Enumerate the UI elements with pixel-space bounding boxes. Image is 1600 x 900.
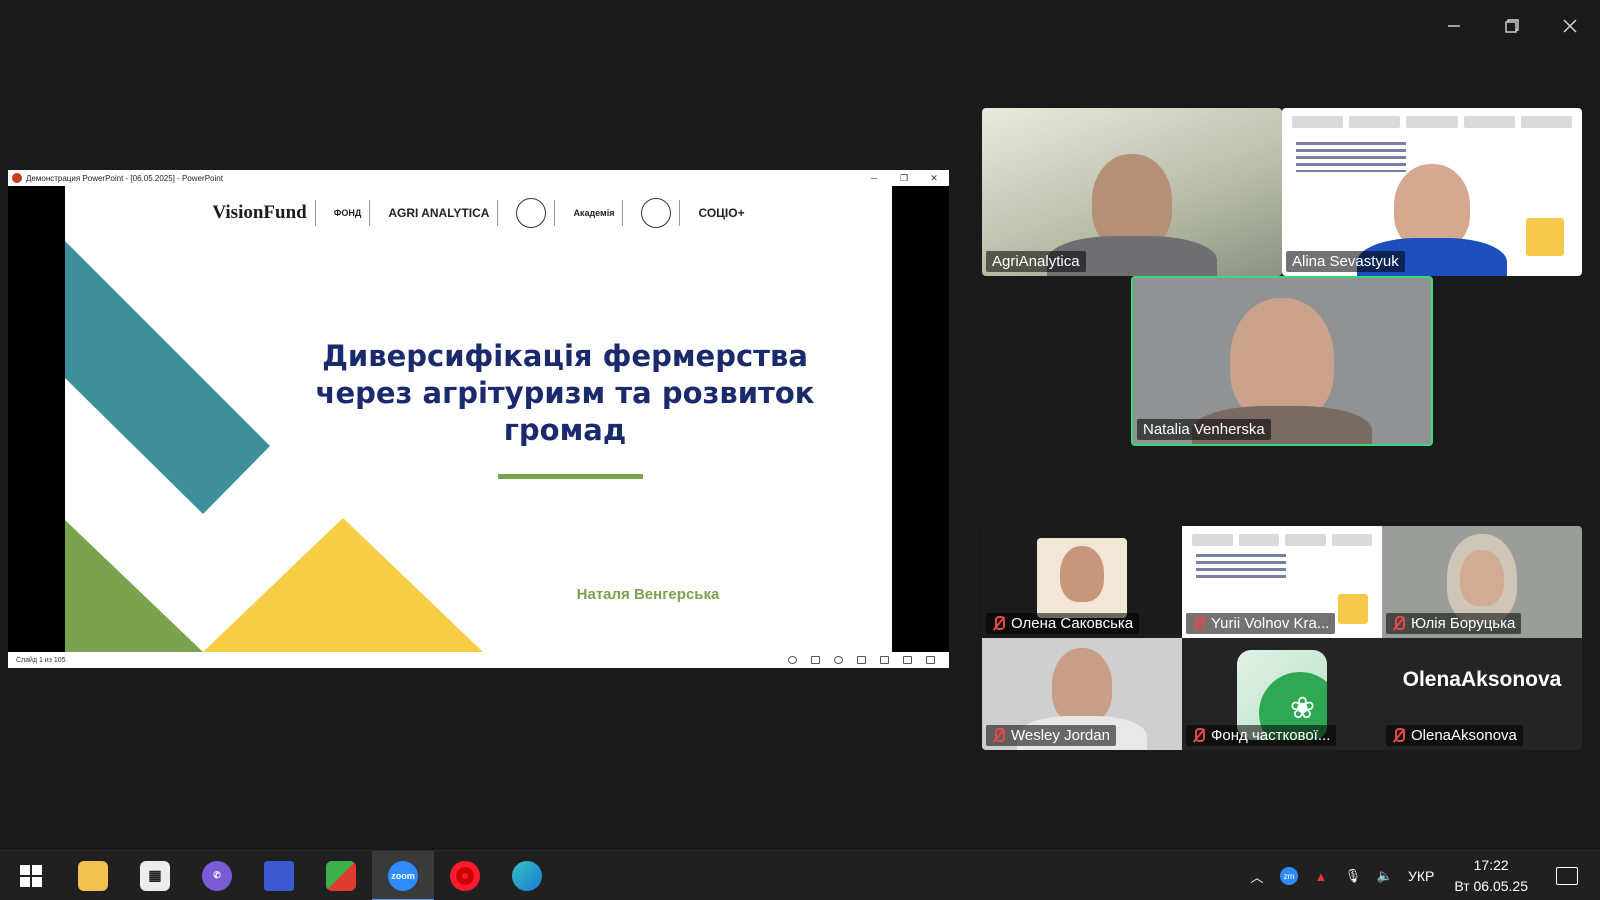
slideshow-icon[interactable] — [926, 656, 935, 664]
clock-time: 17:22 — [1473, 857, 1509, 873]
logo-akademia: Академія — [565, 200, 624, 226]
participant-name: Фонд часткової... — [1186, 725, 1337, 746]
volume-icon[interactable]: 🔈 — [1376, 867, 1394, 885]
logo-seal — [633, 198, 681, 228]
opera-icon — [450, 860, 480, 891]
teal-diagonal-shape — [65, 241, 270, 514]
ppt-window-title: Демонстрация PowerPoint - [06.05.2025] -… — [26, 173, 223, 183]
mic-muted-icon — [1192, 728, 1205, 743]
mic-muted-icon — [1192, 616, 1205, 631]
mic-muted-icon — [1392, 616, 1405, 631]
taskbar-file-explorer[interactable] — [62, 851, 124, 900]
restore-icon — [1505, 19, 1519, 33]
green-triangle-shape — [65, 520, 203, 652]
mic-muted-icon — [992, 616, 1005, 631]
taskbar-zoom[interactable]: zoom — [372, 850, 434, 900]
folder-icon — [78, 860, 108, 891]
participant-face — [1052, 648, 1112, 724]
taskbar-calculator[interactable]: ▦ — [124, 851, 186, 900]
logo-agri-analytica: AGRI ANALYTICA — [380, 200, 499, 226]
taskbar-edge[interactable] — [496, 851, 558, 900]
normal-view-icon[interactable] — [857, 656, 866, 664]
participant-name: OlenaAksonova — [1386, 725, 1523, 746]
emblem-icon — [516, 198, 547, 228]
leaf-icon: ❀ — [1289, 692, 1315, 725]
participant-tile-olena-aksonova[interactable]: OlenaAksonova OlenaAksonova — [1382, 638, 1582, 750]
participant-name: Natalia Venherska — [1137, 419, 1271, 440]
app-tray-icon[interactable]: ▲ — [1312, 867, 1330, 885]
calculator-icon: ▦ — [140, 860, 170, 891]
taskbar-app[interactable] — [310, 851, 372, 900]
mic-muted-icon — [992, 728, 1005, 743]
ppt-minimize-icon[interactable]: ─ — [859, 173, 889, 183]
viber-icon: ✆ — [202, 860, 232, 891]
shared-screen[interactable]: Демонстрация PowerPoint - [06.05.2025] -… — [8, 170, 949, 668]
app-icon — [326, 860, 356, 891]
ppt-titlebar: Демонстрация PowerPoint - [06.05.2025] -… — [8, 170, 949, 186]
mic-muted-icon — [1392, 728, 1405, 743]
logo-fond: ФОНД — [326, 200, 371, 226]
participant-video — [1230, 298, 1334, 422]
participant-name: Alina Sevastyuk — [1286, 251, 1405, 272]
zoom-icon: zoom — [388, 860, 418, 891]
participant-name: Yurii Volnov Kra... — [1186, 613, 1336, 634]
powerpoint-icon — [12, 173, 22, 183]
participant-name: AgriAnalytica — [986, 251, 1086, 272]
participant-tile-olena-sakovska[interactable]: Олена Саковська — [982, 526, 1182, 638]
yellow-triangle-shape — [203, 518, 483, 652]
participant-tile-fond[interactable]: ❀ Фонд часткової... — [1182, 638, 1382, 750]
logo-visionfund: VisionFund — [204, 200, 316, 226]
ppt-close-icon[interactable]: ✕ — [919, 173, 949, 184]
window-controls — [1438, 10, 1586, 42]
close-button[interactable] — [1554, 10, 1586, 42]
notes-icon[interactable] — [811, 656, 820, 664]
slide-number: Слайд 1 из 105 — [16, 656, 66, 664]
participant-tile-yurii[interactable]: Yurii Volnov Kra... — [1182, 526, 1382, 638]
notifications-icon[interactable] — [1556, 867, 1578, 885]
close-icon — [1563, 19, 1577, 33]
title-underline — [498, 474, 643, 479]
logo-socio: СОЦІО+ — [698, 206, 745, 220]
floppy-disk-icon — [264, 860, 294, 891]
slide-author: Наталя Венгерська — [576, 586, 720, 603]
participant-tile-wesley[interactable]: Wesley Jordan — [982, 638, 1182, 750]
minimize-icon — [1448, 25, 1460, 27]
input-language[interactable]: УКР — [1408, 868, 1434, 884]
prev-slide-icon[interactable] — [788, 656, 797, 664]
system-tray: ︿ zm ▲ 🎙 🔈 УКР 17:22 Вт 06.05.25 — [1248, 851, 1600, 900]
edge-icon — [512, 860, 542, 891]
participant-tile-alina[interactable]: Alina Sevastyuk — [1282, 108, 1582, 276]
minimize-button[interactable] — [1438, 10, 1470, 42]
slide-title: Диверсифікація фермерства через агрітури… — [315, 339, 815, 447]
participant-name: Wesley Jordan — [986, 725, 1116, 746]
participant-name: Юлія Боруцька — [1386, 613, 1522, 634]
start-button[interactable] — [0, 851, 62, 900]
participant-tile-yulia[interactable]: Юлія Боруцька — [1382, 526, 1582, 638]
participant-face — [1460, 550, 1504, 606]
taskbar: ▦ ✆ zoom ︿ zm ▲ 🎙 🔈 УКР 17:22 Вт 06.05.2… — [0, 850, 1600, 900]
seal-icon — [641, 198, 672, 228]
participant-name: Олена Саковська — [986, 613, 1140, 634]
ppt-statusbar: Слайд 1 из 105 — [8, 652, 949, 668]
participant-tile-agrianalytica[interactable]: AgriAnalytica — [982, 108, 1282, 276]
partner-logos: VisionFund ФОНД AGRI ANALYTICA Академія … — [65, 186, 892, 240]
reading-view-icon[interactable] — [903, 656, 912, 664]
clock-date: Вт 06.05.25 — [1454, 878, 1528, 894]
clock[interactable]: 17:22 Вт 06.05.25 — [1454, 855, 1528, 897]
participant-tile-natalia-speaking[interactable]: Natalia Venherska — [1131, 276, 1433, 446]
taskbar-viber[interactable]: ✆ — [186, 851, 248, 900]
slide: VisionFund ФОНД AGRI ANALYTICA Академія … — [65, 186, 892, 652]
show-hidden-icons-chevron-icon[interactable]: ︿ — [1248, 867, 1266, 885]
windows-icon — [20, 864, 42, 887]
next-slide-icon[interactable] — [834, 656, 843, 664]
taskbar-save-app[interactable] — [248, 851, 310, 900]
sorter-view-icon[interactable] — [880, 656, 889, 664]
restore-button[interactable] — [1496, 10, 1528, 42]
logo-emblem — [508, 198, 556, 228]
ppt-restore-icon[interactable]: ❐ — [889, 173, 919, 184]
microphone-icon[interactable]: 🎙 — [1344, 867, 1362, 885]
taskbar-opera[interactable] — [434, 851, 496, 900]
participant-face — [1060, 546, 1104, 602]
zoom-tray-icon[interactable]: zm — [1279, 867, 1298, 885]
